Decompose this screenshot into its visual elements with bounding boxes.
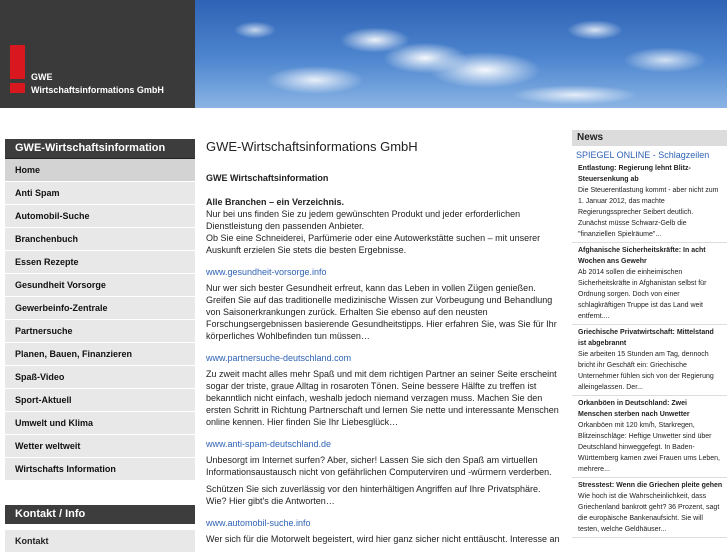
nav-item-planen-bauen[interactable]: Planen, Bauen, Finanzieren bbox=[5, 343, 195, 366]
page-title: GWE-Wirtschaftsinformations GmbH bbox=[206, 139, 418, 154]
main-content: GWE-Wirtschaftsinformations GmbH GWE Wir… bbox=[206, 139, 561, 555]
section-text-automobil: Wer sich für die Motorwelt begeistert, w… bbox=[206, 534, 560, 544]
nav-item-automobil-suche[interactable]: Automobil-Suche bbox=[5, 205, 195, 228]
news-panel: News SPIEGEL ONLINE - Schlagzeilen Entla… bbox=[572, 130, 727, 545]
news-text: Wie hoch ist die Wahrscheinlichkeit, das… bbox=[578, 493, 720, 533]
news-headline[interactable]: Orkanböen in Deutschland: Zwei Menschen … bbox=[578, 398, 723, 420]
nav-item-gewerbeinfo-zentrale[interactable]: Gewerbeinfo-Zentrale bbox=[5, 297, 195, 320]
news-headline[interactable]: Griechische Privatwirtschaft: Mittelstan… bbox=[578, 327, 723, 349]
exclamation-logo-icon[interactable] bbox=[10, 45, 25, 95]
nav-item-gesundheit-vorsorge[interactable]: Gesundheit Vorsorge bbox=[5, 274, 195, 297]
news-heading: News bbox=[572, 130, 727, 146]
lead-text: Alle Branchen – ein Verzeichnis. bbox=[206, 197, 345, 207]
nav-item-essen-rezepte[interactable]: Essen Rezepte bbox=[5, 251, 195, 274]
news-item: Entlastung: Regierung lehnt Blitz-Steuer… bbox=[572, 163, 727, 243]
news-item: Griechische Privatwirtschaft: Mittelstan… bbox=[572, 327, 727, 396]
news-text: Ab 2014 sollen die einheimischen Sicherh… bbox=[578, 269, 707, 320]
nav-item-branchenbuch[interactable]: Branchenbuch bbox=[5, 228, 195, 251]
section-text-anti-spam-2: Schützen Sie sich zuverlässig vor den hi… bbox=[206, 484, 541, 506]
nav-item-umwelt-klima[interactable]: Umwelt und Klima bbox=[5, 412, 195, 435]
nav-item-home[interactable]: Home bbox=[5, 159, 195, 182]
link-anti-spam[interactable]: www.anti-spam-deutschland.de bbox=[206, 438, 561, 450]
news-source-link[interactable]: SPIEGEL ONLINE - Schlagzeilen bbox=[572, 150, 727, 161]
company-name-line2: Wirtschaftsinformations GmbH bbox=[31, 85, 164, 95]
nav-item-sport-aktuell[interactable]: Sport-Aktuell bbox=[5, 389, 195, 412]
nav-item-kontakt[interactable]: Kontakt bbox=[5, 530, 195, 552]
header-branding: GWE Wirtschaftsinformations GmbH bbox=[0, 0, 195, 108]
section-text-partnersuche: Zu zweit macht alles mehr Spaß und mit d… bbox=[206, 369, 559, 427]
news-text: Die Steuerentlastung kommt - aber nicht … bbox=[578, 187, 719, 238]
link-automobil-suche[interactable]: www.automobil-suche.info bbox=[206, 517, 561, 529]
company-name[interactable]: GWE Wirtschaftsinformations GmbH bbox=[31, 71, 164, 97]
news-item: Stresstest: Wenn die Griechen pleite geh… bbox=[572, 480, 727, 538]
intro-text-1: Nur bei uns finden Sie zu jedem gewünsch… bbox=[206, 209, 521, 231]
news-headline[interactable]: Entlastung: Regierung lehnt Blitz-Steuer… bbox=[578, 163, 723, 185]
nav-item-partnersuche[interactable]: Partnersuche bbox=[5, 320, 195, 343]
company-name-line1: GWE bbox=[31, 72, 53, 82]
nav-item-wirtschafts-information[interactable]: Wirtschafts Information bbox=[5, 458, 195, 481]
news-text: Sie arbeiten 15 Stunden am Tag, dennoch … bbox=[578, 351, 714, 391]
intro-text-2: Ob Sie eine Schneiderei, Parfümerie oder… bbox=[206, 233, 541, 255]
nav-item-spass-video[interactable]: Spaß-Video bbox=[5, 366, 195, 389]
header-sky-image bbox=[195, 0, 727, 108]
section-text-gesundheit: Nur wer sich bester Gesundheit erfreut, … bbox=[206, 283, 557, 341]
news-headline[interactable]: Afghanische Sicherheitskräfte: In acht W… bbox=[578, 245, 723, 267]
nav-item-wetter[interactable]: Wetter weltweit bbox=[5, 435, 195, 458]
news-headline[interactable]: Stresstest: Wenn die Griechen pleite geh… bbox=[578, 480, 723, 491]
sidebar-nav: GWE-Wirtschaftsinformation Home Anti Spa… bbox=[5, 139, 195, 481]
news-item: Afghanische Sicherheitskräfte: In acht W… bbox=[572, 245, 727, 325]
news-item: Orkanböen in Deutschland: Zwei Menschen … bbox=[572, 398, 727, 478]
news-text: Orkanböen mit 120 km/h, Starkregen, Blit… bbox=[578, 422, 721, 473]
nav-item-anti-spam[interactable]: Anti Spam bbox=[5, 182, 195, 205]
link-partnersuche[interactable]: www.partnersuche-deutschland.com bbox=[206, 352, 561, 364]
section-text-anti-spam: Unbesorgt im Internet surfen? Aber, sich… bbox=[206, 455, 552, 477]
company-heading: GWE Wirtschaftsinformation bbox=[206, 173, 329, 183]
link-gesundheit-vorsorge[interactable]: www.gesundheit-vorsorge.info bbox=[206, 266, 561, 278]
contact-heading: Kontakt / Info bbox=[5, 505, 195, 524]
nav-heading: GWE-Wirtschaftsinformation bbox=[5, 139, 195, 159]
